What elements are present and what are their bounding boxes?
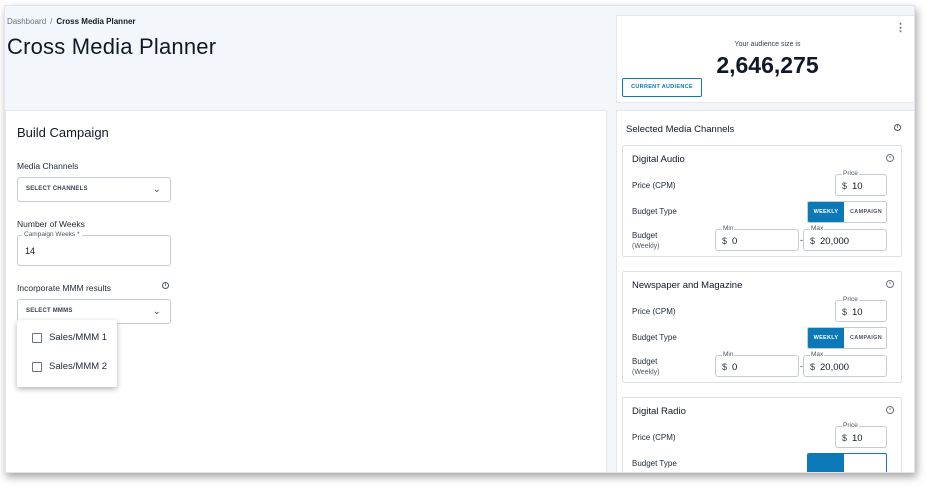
budget-type-toggle: WEEKLY CAMPAIGN xyxy=(807,201,887,223)
budget-min-input[interactable]: Min $ 0 xyxy=(715,225,799,251)
page-title: Cross Media Planner xyxy=(7,34,217,59)
campaign-toggle-button[interactable]: CAMPAIGN xyxy=(844,202,886,222)
info-icon[interactable]: i xyxy=(162,282,169,289)
current-audience-button[interactable]: CURRENT AUDIENCE xyxy=(622,78,702,97)
budget-max-value: 20,000 xyxy=(820,362,850,373)
breadcrumb: Dashboard / Cross Media Planner xyxy=(7,17,136,26)
budget-label: Budget xyxy=(632,231,658,240)
price-value: 10 xyxy=(852,433,863,444)
media-channels-label: Media Channels xyxy=(17,161,79,171)
info-icon[interactable]: i xyxy=(894,124,901,131)
channel-card-digital-audio: Digital Audio × Price (CPM) Price $ 10 B… xyxy=(622,145,902,257)
campaign-weeks-input[interactable]: Campaign Weeks * 14 xyxy=(17,231,171,266)
min-legend: Min xyxy=(722,225,735,232)
weekly-toggle-button[interactable]: WEEKLY xyxy=(808,202,844,222)
budget-label: Budget xyxy=(632,357,658,366)
currency-symbol: $ xyxy=(722,236,728,246)
media-channels-placeholder: SELECT CHANNELS xyxy=(26,186,88,192)
price-input[interactable]: Price $ 10 xyxy=(835,170,887,196)
price-input[interactable]: Price $ 10 xyxy=(835,422,887,448)
campaign-weeks-legend: Campaign Weeks * xyxy=(22,231,82,238)
budget-min-value: 0 xyxy=(732,236,738,247)
currency-symbol: $ xyxy=(810,362,816,372)
checkbox[interactable] xyxy=(32,333,42,343)
audience-card: ⋮ Your audience size is 2,646,275 CURREN… xyxy=(616,15,914,103)
budget-min-value: 0 xyxy=(732,362,738,373)
price-value: 10 xyxy=(852,181,863,192)
currency-symbol: $ xyxy=(842,181,848,191)
currency-symbol: $ xyxy=(722,362,728,372)
breadcrumb-dashboard-link[interactable]: Dashboard xyxy=(7,17,46,26)
price-legend: Price xyxy=(842,422,859,429)
price-value: 10 xyxy=(852,307,863,318)
mmm-dropdown-menu: Sales/MMM 1 Sales/MMM 2 xyxy=(17,320,117,387)
currency-symbol: $ xyxy=(810,236,816,246)
currency-symbol: $ xyxy=(842,433,848,443)
max-legend: Max xyxy=(810,225,825,232)
budget-max-value: 20,000 xyxy=(820,236,850,247)
budget-sub-label: (Weekly) xyxy=(632,243,660,250)
price-legend: Price xyxy=(842,170,859,177)
budget-max-input[interactable]: Max $ 20,000 xyxy=(803,225,887,251)
mmm-option-label: Sales/MMM 1 xyxy=(49,332,108,343)
campaign-weeks-value: 14 xyxy=(25,246,36,256)
build-campaign-card: Build Campaign Media Channels SELECT CHA… xyxy=(5,110,607,472)
weekly-toggle-button[interactable] xyxy=(808,454,844,472)
channel-name: Digital Radio xyxy=(632,406,686,417)
build-campaign-title: Build Campaign xyxy=(17,125,109,140)
currency-symbol: $ xyxy=(842,307,848,317)
mmm-option-2[interactable]: Sales/MMM 2 xyxy=(17,354,117,380)
chevron-down-icon: ⌄ xyxy=(152,306,161,317)
remove-channel-icon[interactable]: × xyxy=(886,406,894,414)
price-label: Price (CPM) xyxy=(632,433,676,442)
mmm-option-label: Sales/MMM 2 xyxy=(49,361,108,372)
price-legend: Price xyxy=(842,296,859,303)
selected-media-channels-panel: Selected Media Channels i Digital Audio … xyxy=(616,110,914,472)
media-channels-select[interactable]: SELECT CHANNELS ⌄ xyxy=(17,177,171,202)
audience-label: Your audience size is xyxy=(734,41,801,48)
min-legend: Min xyxy=(722,351,735,358)
remove-channel-icon[interactable]: × xyxy=(886,154,894,162)
remove-channel-icon[interactable]: × xyxy=(886,280,894,288)
number-of-weeks-label: Number of Weeks xyxy=(17,219,85,229)
budget-type-label: Budget Type xyxy=(632,459,677,468)
budget-type-label: Budget Type xyxy=(632,333,677,342)
price-label: Price (CPM) xyxy=(632,307,676,316)
budget-sub-label: (Weekly) xyxy=(632,369,660,376)
breadcrumb-current: Cross Media Planner xyxy=(56,17,136,26)
app-window: Dashboard / Cross Media Planner Cross Medi… xyxy=(4,5,915,473)
budget-type-toggle xyxy=(807,453,887,472)
incorporate-mmm-label: Incorporate MMM results xyxy=(17,283,111,293)
budget-min-input[interactable]: Min $ 0 xyxy=(715,351,799,377)
audience-size-value: 2,646,275 xyxy=(716,52,819,78)
mmm-placeholder: SELECT MMMS xyxy=(26,308,73,314)
kebab-menu-icon[interactable]: ⋮ xyxy=(895,21,906,34)
mmm-option-1[interactable]: Sales/MMM 1 xyxy=(17,325,117,351)
max-legend: Max xyxy=(810,351,825,358)
chevron-down-icon: ⌄ xyxy=(152,184,161,195)
channel-card-newspaper-magazine: Newspaper and Magazine × Price (CPM) Pri… xyxy=(622,271,902,383)
price-input[interactable]: Price $ 10 xyxy=(835,296,887,322)
budget-type-label: Budget Type xyxy=(632,207,677,216)
weekly-toggle-button[interactable]: WEEKLY xyxy=(808,328,844,348)
price-label: Price (CPM) xyxy=(632,181,676,190)
channel-name: Digital Audio xyxy=(632,154,685,165)
channel-card-digital-radio: Digital Radio × Price (CPM) Price $ 10 B… xyxy=(622,397,902,472)
breadcrumb-separator: / xyxy=(50,17,53,26)
campaign-toggle-button[interactable]: CAMPAIGN xyxy=(844,328,886,348)
checkbox[interactable] xyxy=(32,362,42,372)
budget-max-input[interactable]: Max $ 20,000 xyxy=(803,351,887,377)
channel-name: Newspaper and Magazine xyxy=(632,280,743,291)
page-header: Dashboard / Cross Media Planner Cross Medi… xyxy=(5,6,612,110)
budget-type-toggle: WEEKLY CAMPAIGN xyxy=(807,327,887,349)
selected-media-channels-title: Selected Media Channels xyxy=(626,124,735,135)
